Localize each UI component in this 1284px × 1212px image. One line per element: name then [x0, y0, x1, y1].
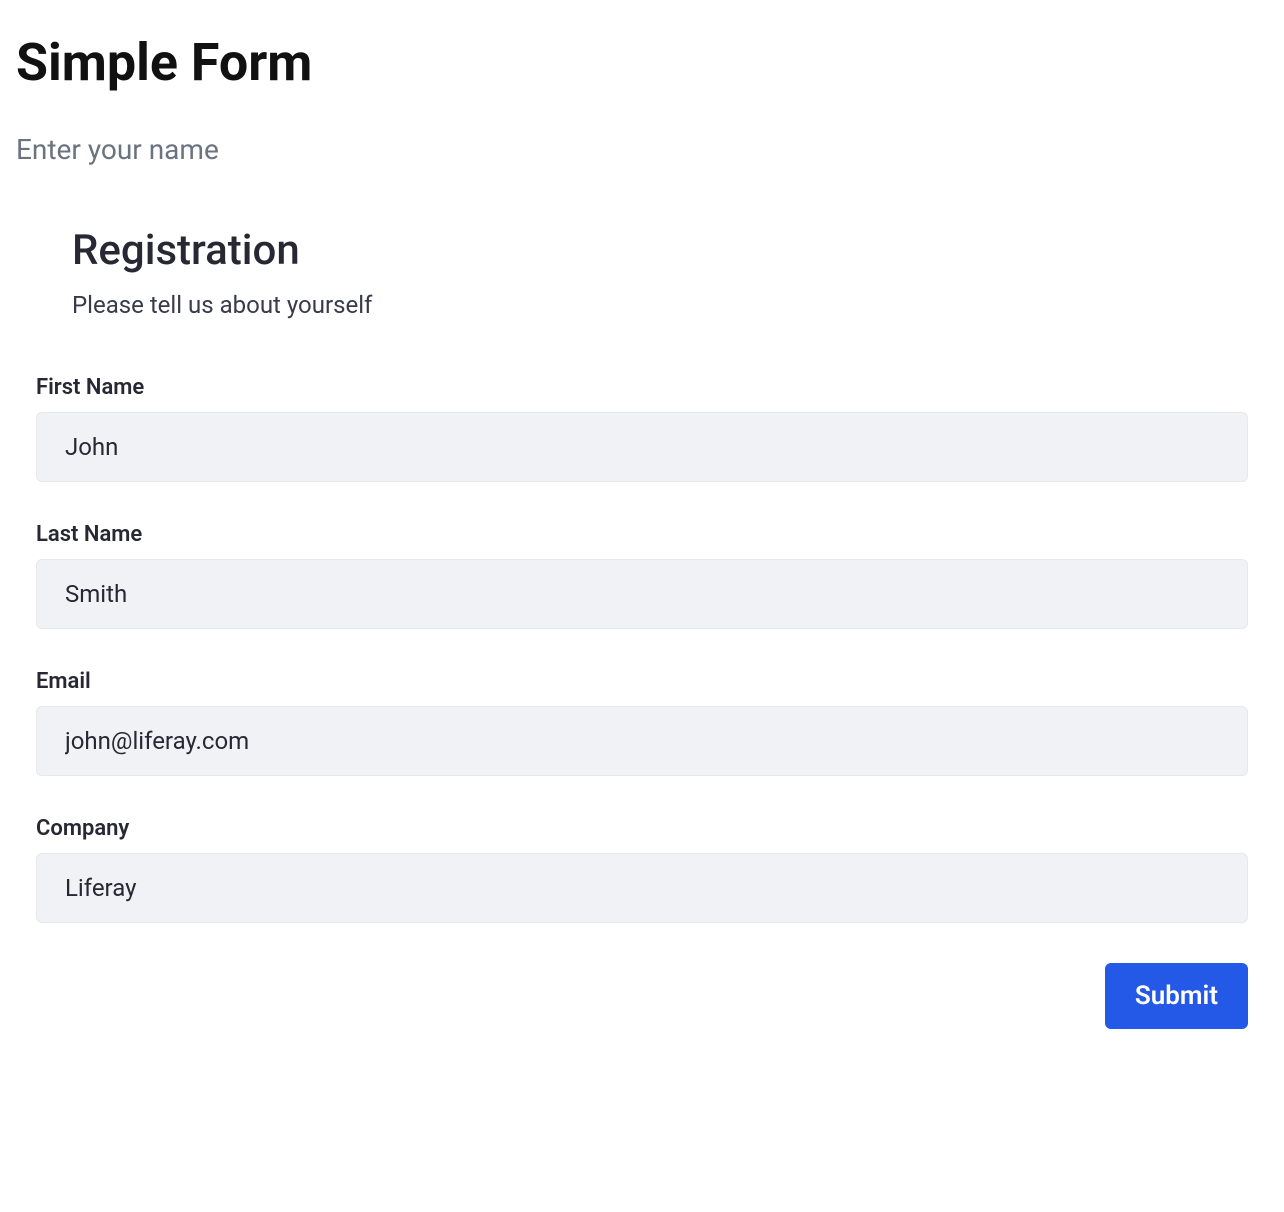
form-group-company: Company [36, 816, 1248, 923]
company-input[interactable] [36, 853, 1248, 923]
form-group-first-name: First Name [36, 375, 1248, 482]
form-container: Registration Please tell us about yourse… [16, 226, 1268, 1029]
form-group-email: Email [36, 669, 1248, 776]
last-name-label: Last Name [36, 522, 1248, 547]
submit-button[interactable]: Submit [1105, 963, 1248, 1029]
first-name-input[interactable] [36, 412, 1248, 482]
company-label: Company [36, 816, 1248, 841]
form-subheading: Please tell us about yourself [36, 291, 1248, 319]
email-label: Email [36, 669, 1248, 694]
email-input[interactable] [36, 706, 1248, 776]
form-heading: Registration [36, 226, 1248, 275]
page-title: Simple Form [16, 32, 1268, 93]
first-name-label: First Name [36, 375, 1248, 400]
form-group-last-name: Last Name [36, 522, 1248, 629]
form-actions: Submit [36, 963, 1248, 1029]
last-name-input[interactable] [36, 559, 1248, 629]
page-subtitle: Enter your name [16, 133, 1268, 166]
